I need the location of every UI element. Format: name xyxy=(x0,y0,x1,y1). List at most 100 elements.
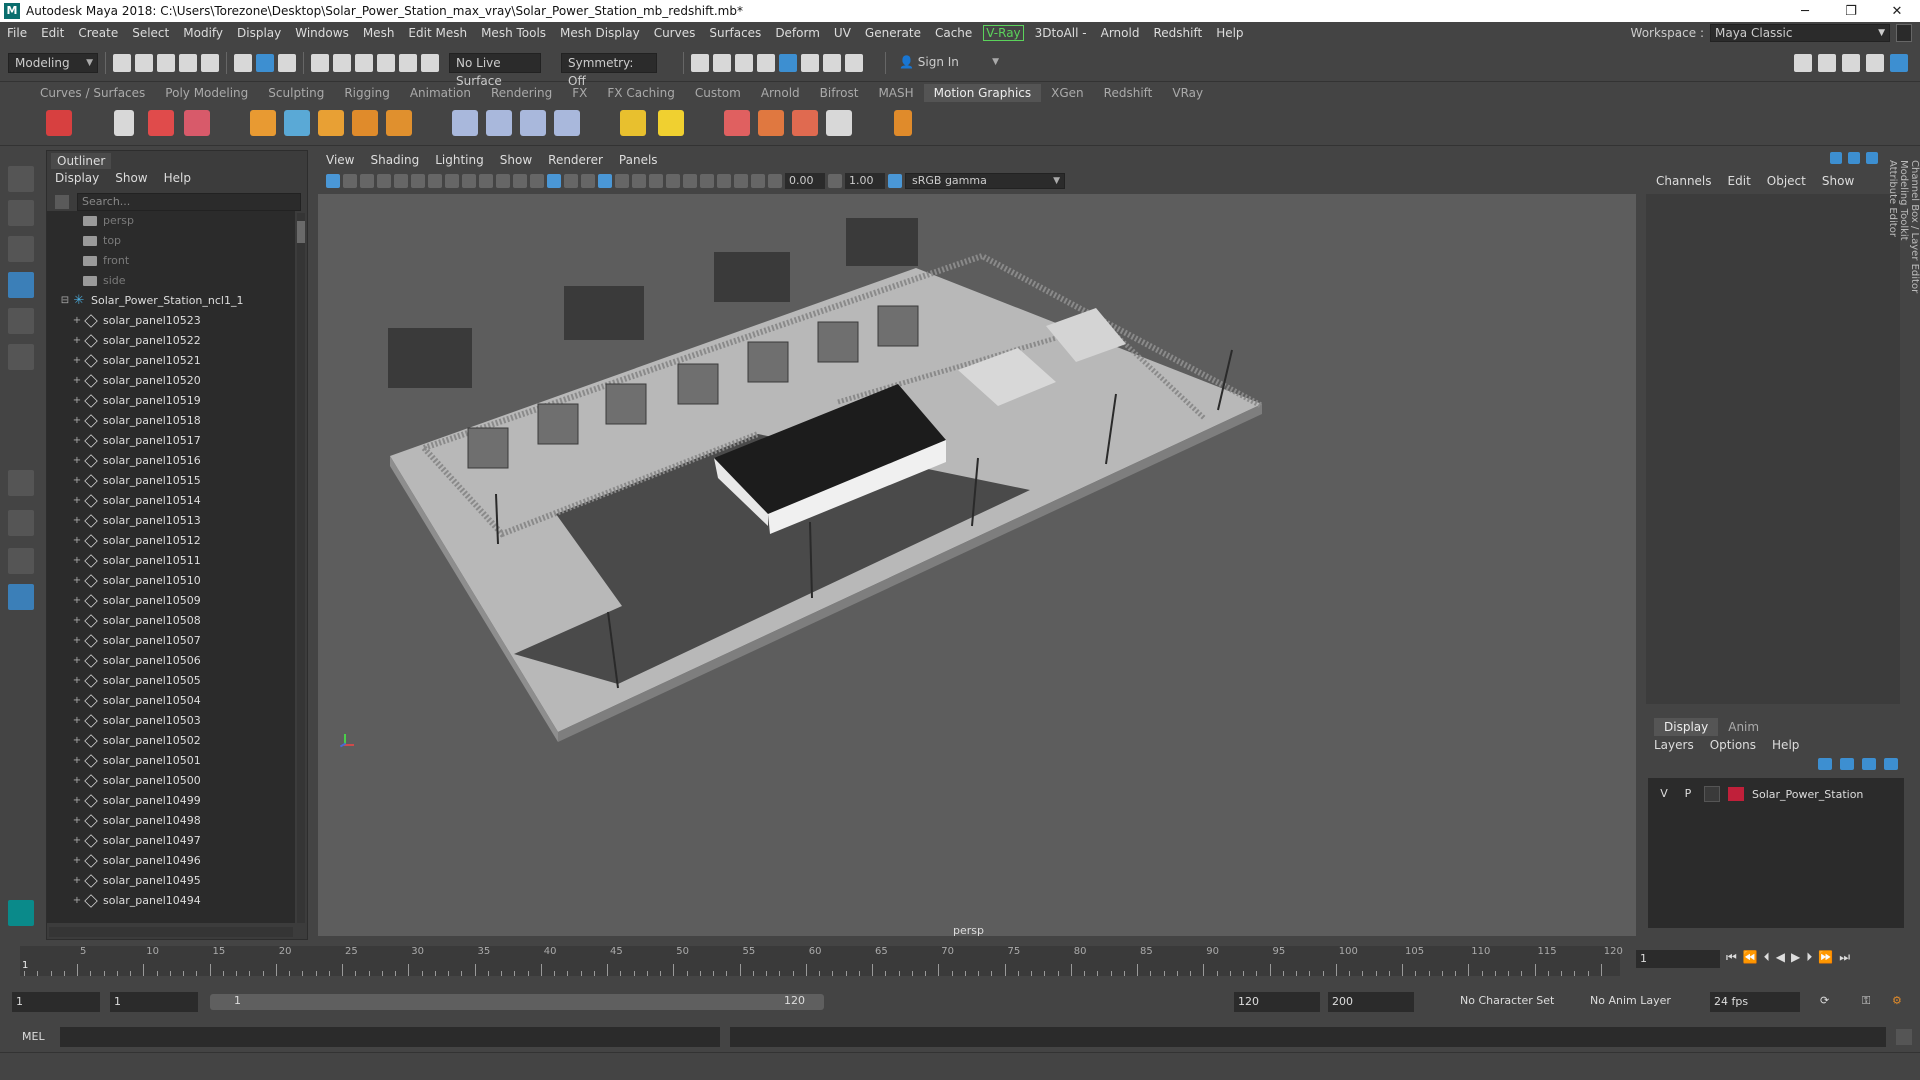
textured-icon[interactable] xyxy=(581,174,595,188)
expand-icon[interactable]: + xyxy=(71,531,83,551)
outliner-scroll-thumb[interactable] xyxy=(297,221,305,243)
outliner-item-solar-panel[interactable]: + solar_panel10516 xyxy=(47,451,295,471)
expand-icon[interactable]: + xyxy=(71,871,83,891)
select-hierarchy-icon[interactable] xyxy=(234,53,252,72)
outliner-item-solar-panel[interactable]: + solar_panel10508 xyxy=(47,611,295,631)
select-object-icon[interactable] xyxy=(256,53,274,72)
menu-uv[interactable]: UV xyxy=(827,26,858,40)
help-menu[interactable]: Help xyxy=(1764,738,1807,752)
menu-redshift[interactable]: Redshift xyxy=(1146,26,1209,40)
menu-surfaces[interactable]: Surfaces xyxy=(702,26,768,40)
bookmark-icon[interactable] xyxy=(360,174,374,188)
expand-icon[interactable]: + xyxy=(71,831,83,851)
gamma-field[interactable]: 1.00 xyxy=(845,173,885,189)
outliner-item-side[interactable]: side xyxy=(47,271,295,291)
outliner-item-solar-panel[interactable]: + solar_panel10510 xyxy=(47,571,295,591)
undo-icon[interactable] xyxy=(179,53,197,72)
shelf-tab-rigging[interactable]: Rigging xyxy=(334,84,399,102)
lasso-tool-icon[interactable] xyxy=(8,200,34,226)
curve-icon[interactable] xyxy=(284,110,310,136)
wave-icon[interactable] xyxy=(486,110,512,136)
outliner-item-solar-panel[interactable]: + solar_panel10506 xyxy=(47,651,295,671)
tool-icon[interactable] xyxy=(1866,152,1878,164)
paint-icon[interactable] xyxy=(184,110,210,136)
twist-icon[interactable] xyxy=(554,110,580,136)
shadows-icon[interactable] xyxy=(615,174,629,188)
snap-live-icon[interactable] xyxy=(421,53,439,72)
outliner-item-solar-panel[interactable]: + solar_panel10499 xyxy=(47,791,295,811)
fx-icon[interactable] xyxy=(724,110,750,136)
xray-joints-icon[interactable] xyxy=(734,174,748,188)
camera-attributes-icon[interactable] xyxy=(343,174,357,188)
expand-icon[interactable]: + xyxy=(71,731,83,751)
outliner-tab[interactable]: Outliner xyxy=(51,153,112,169)
render-current-icon[interactable] xyxy=(713,53,731,72)
safe-action-icon[interactable] xyxy=(513,174,527,188)
outliner-item-solar-panel[interactable]: + solar_panel10503 xyxy=(47,711,295,731)
viewport-3d[interactable]: persp xyxy=(318,194,1636,936)
playback-end-field[interactable]: 120 xyxy=(1234,992,1320,1012)
outliner-item-solar-panel[interactable]: + solar_panel10522 xyxy=(47,331,295,351)
snap-curve-icon[interactable] xyxy=(333,53,351,72)
expand-icon[interactable]: + xyxy=(71,711,83,731)
outliner-item-solar-panel[interactable]: + solar_panel10502 xyxy=(47,731,295,751)
save-scene-icon[interactable] xyxy=(157,53,175,72)
step-forward-frame-icon[interactable]: ⏵ xyxy=(1806,950,1812,965)
menu-curves[interactable]: Curves xyxy=(647,26,703,40)
depth-of-field-icon[interactable] xyxy=(683,174,697,188)
outliner-item-solar-panel[interactable]: + solar_panel10509 xyxy=(47,591,295,611)
render-view-icon[interactable] xyxy=(691,53,709,72)
expand-icon[interactable]: + xyxy=(71,391,83,411)
new-layer-icon[interactable] xyxy=(1862,758,1876,770)
character-set-dropdown[interactable]: No Character Set xyxy=(1460,994,1554,1007)
outliner-item-top[interactable]: top xyxy=(47,231,295,251)
outliner-menu-help[interactable]: Help xyxy=(156,169,199,187)
select-component-icon[interactable] xyxy=(278,53,296,72)
outliner-item-solar-panel[interactable]: + solar_panel10520 xyxy=(47,371,295,391)
close-button[interactable]: ✕ xyxy=(1874,4,1920,19)
paint-select-icon[interactable] xyxy=(8,236,34,262)
menu-cache[interactable]: Cache xyxy=(928,26,979,40)
xray-icon[interactable] xyxy=(717,174,731,188)
wireframe-icon[interactable] xyxy=(530,174,544,188)
outliner-item-solar-panel[interactable]: + solar_panel10507 xyxy=(47,631,295,651)
layer-color-swatch[interactable] xyxy=(1728,787,1744,801)
layer-visibility-toggle[interactable]: V xyxy=(1656,786,1672,802)
menu-edit[interactable]: Edit xyxy=(34,26,71,40)
outliner-menu-display[interactable]: Display xyxy=(47,169,107,187)
outliner-hscrollbar[interactable] xyxy=(49,927,293,937)
sphere-icon[interactable] xyxy=(250,110,276,136)
viewport-menu-lighting[interactable]: Lighting xyxy=(427,150,492,170)
menu-modify[interactable]: Modify xyxy=(176,26,230,40)
plus-icon[interactable] xyxy=(894,110,912,136)
move-layer-down-icon[interactable] xyxy=(1840,758,1854,770)
loop-icon[interactable]: ⟳ xyxy=(1820,994,1829,1007)
menu-edit-mesh[interactable]: Edit Mesh xyxy=(401,26,474,40)
select-tool-icon[interactable] xyxy=(8,166,34,192)
scale-tool-icon[interactable] xyxy=(8,344,34,370)
edit-menu[interactable]: Edit xyxy=(1720,174,1759,188)
snap-surface-icon[interactable] xyxy=(399,53,417,72)
lock-icon[interactable] xyxy=(1896,24,1912,42)
shelf-tab-motion-graphics[interactable]: Motion Graphics xyxy=(923,84,1042,102)
attribute-icon[interactable] xyxy=(1848,152,1860,164)
time-slider[interactable]: 5 10 15 20 25 30 35 40 45 50 55 60 65 70 75 80 85 90 95 100… xyxy=(0,944,1920,980)
persp-outliner-icon[interactable] xyxy=(8,548,34,574)
restore-button[interactable]: ❐ xyxy=(1828,4,1874,19)
tool-settings-icon[interactable] xyxy=(1866,54,1884,72)
bend-icon[interactable] xyxy=(520,110,546,136)
live-surface-field[interactable]: No Live Surface xyxy=(449,52,541,88)
outliner-menu-show[interactable]: Show xyxy=(107,169,155,187)
sign-in-button[interactable]: 👤 Sign In ▼ xyxy=(893,52,1003,73)
outliner-search-input[interactable]: Search... xyxy=(77,193,301,211)
expand-icon[interactable]: + xyxy=(71,351,83,371)
gamma-icon[interactable] xyxy=(828,174,842,188)
smooth-shade-icon[interactable] xyxy=(547,174,561,188)
layer-tab-anim[interactable]: Anim xyxy=(1718,718,1769,736)
channel-box-icon[interactable] xyxy=(1830,152,1842,164)
viewport-menu-view[interactable]: View xyxy=(318,150,362,170)
image-plane-icon[interactable] xyxy=(377,174,391,188)
expand-icon[interactable]: + xyxy=(71,591,83,611)
expand-icon[interactable]: + xyxy=(71,571,83,591)
expand-icon[interactable]: + xyxy=(71,651,83,671)
